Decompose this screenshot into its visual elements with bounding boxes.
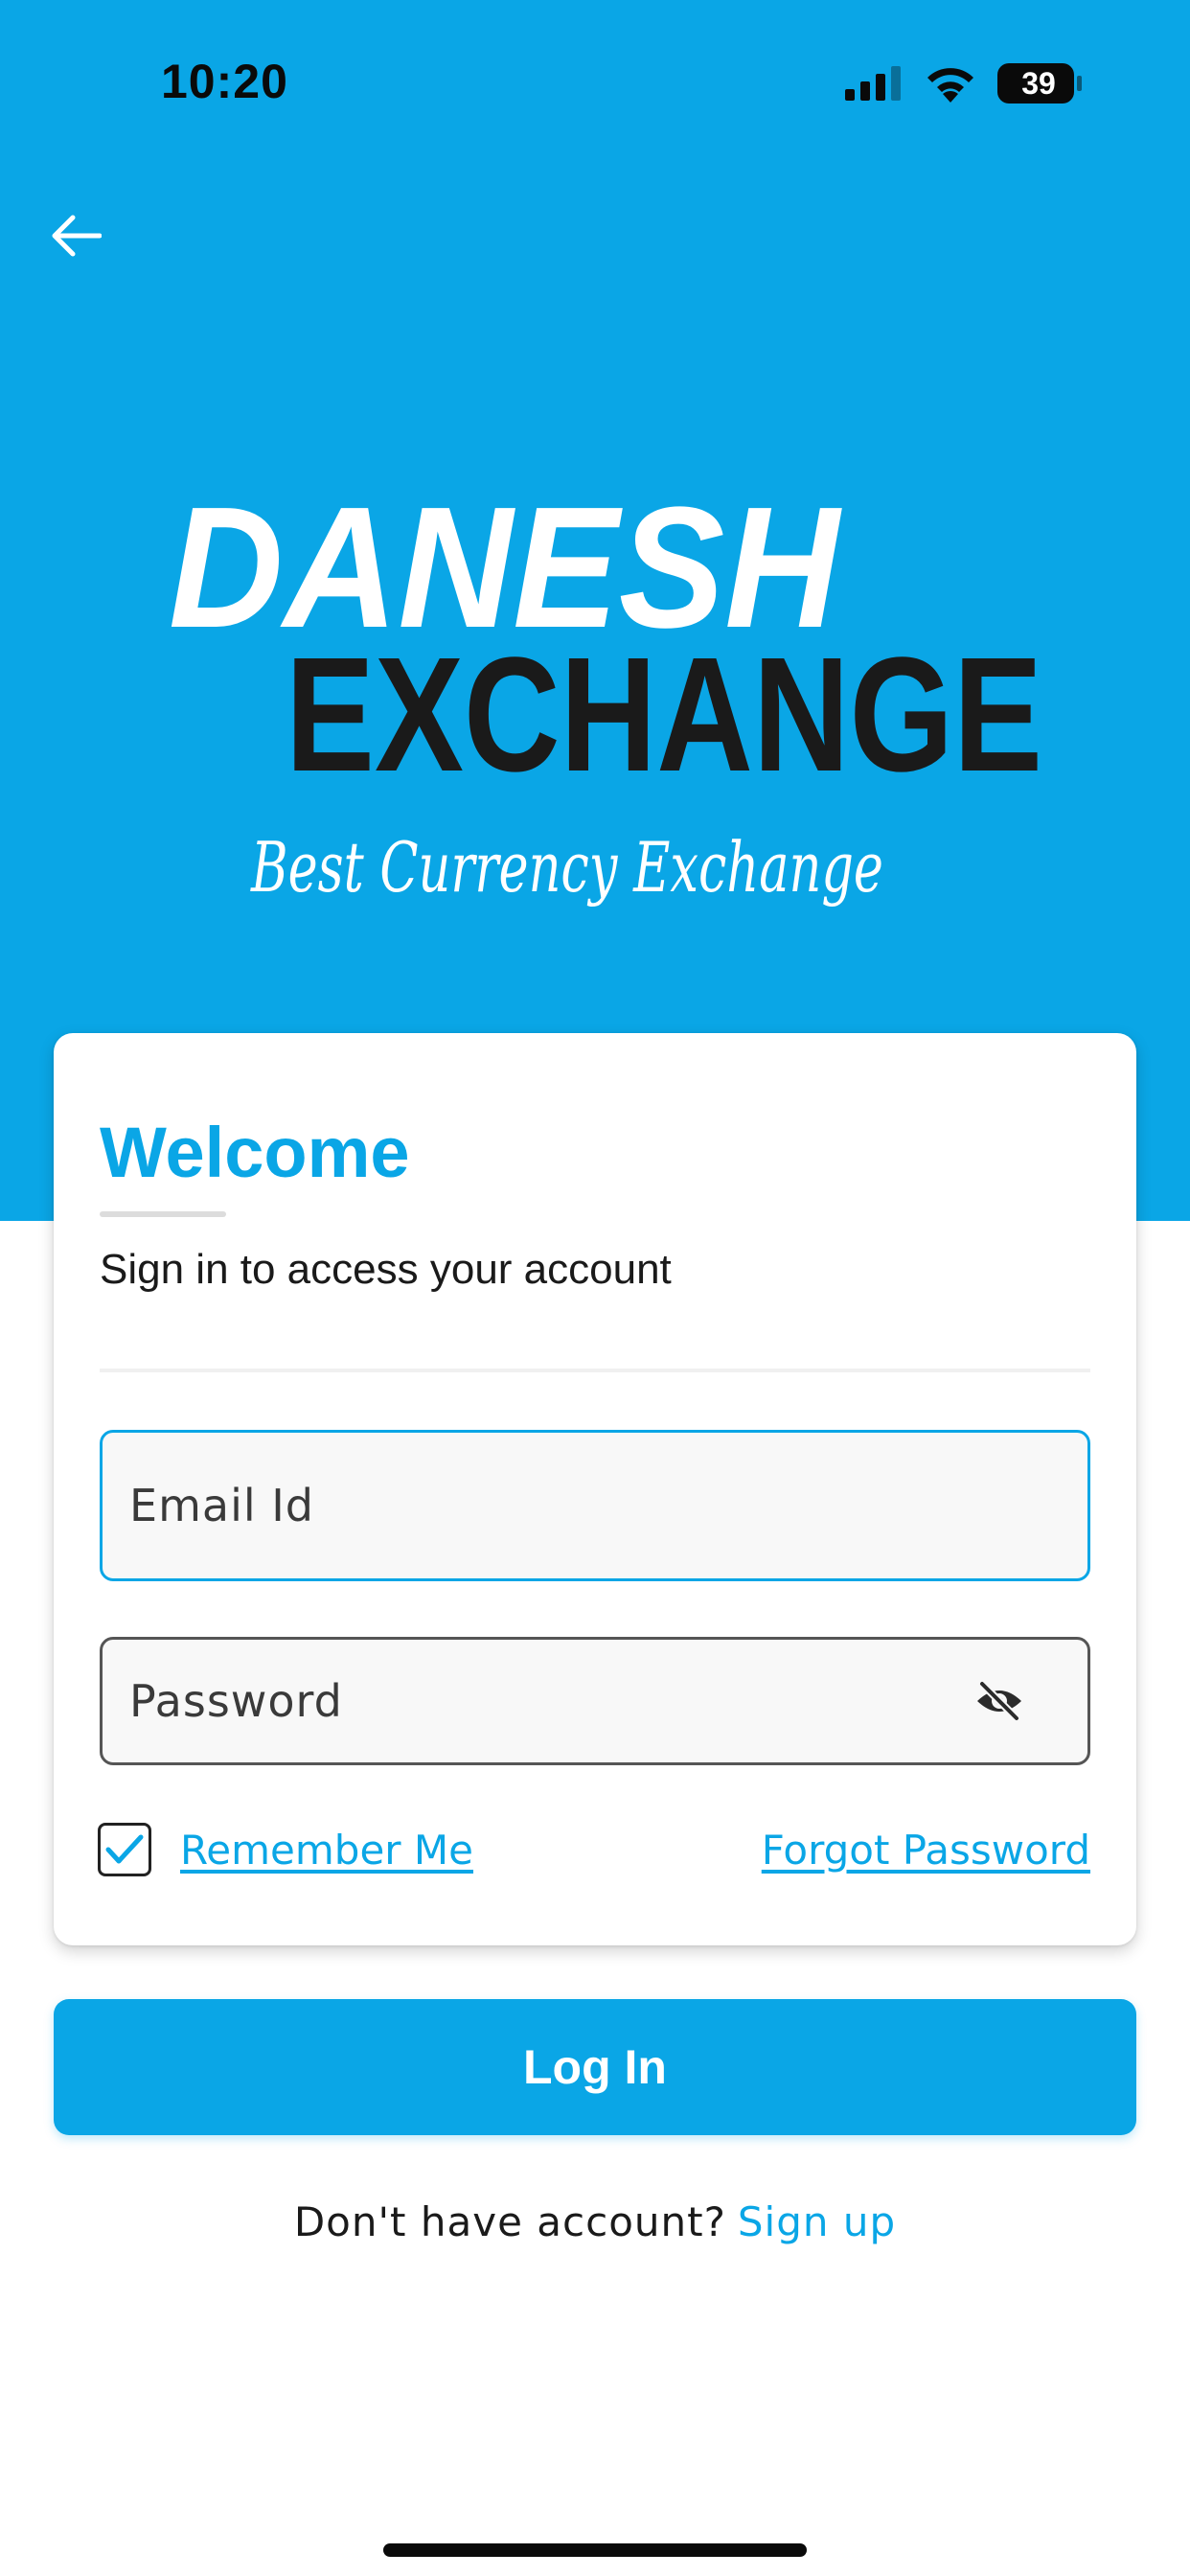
- remember-me-checkbox[interactable]: [98, 1823, 151, 1876]
- back-button[interactable]: [42, 201, 111, 270]
- wifi-icon: [927, 68, 973, 103]
- checkmark-icon: [105, 1834, 144, 1864]
- home-indicator[interactable]: [383, 2543, 807, 2557]
- login-button[interactable]: Log In: [54, 1999, 1136, 2135]
- eye-slash-icon: [977, 1680, 1021, 1722]
- remember-me-link[interactable]: Remember Me: [180, 1825, 473, 1876]
- password-input[interactable]: [100, 1637, 1090, 1765]
- login-card: Welcome Sign in to access your account R…: [54, 1033, 1136, 1945]
- arrow-left-icon: [52, 215, 102, 257]
- signup-row: Don't have account? Sign up: [0, 2198, 1190, 2245]
- logo-line-2: EXCHANGE: [286, 624, 1042, 806]
- battery-level: 39: [1021, 66, 1056, 101]
- card-subtitle: Sign in to access your account: [100, 1246, 672, 1293]
- brand-logo: DANESH EXCHANGE Best Currency Exchange: [163, 470, 1044, 968]
- status-bar: 10:20 39: [0, 0, 1190, 163]
- status-time: 10:20: [161, 55, 288, 108]
- title-underline: [100, 1211, 226, 1217]
- card-title: Welcome: [100, 1113, 410, 1192]
- battery-indicator: 39: [996, 62, 1083, 104]
- status-icons: 39: [845, 59, 1083, 107]
- signup-prompt: Don't have account?: [293, 2198, 726, 2245]
- signal-icon: [845, 66, 901, 101]
- forgot-password-link[interactable]: Forgot Password: [762, 1825, 1090, 1876]
- login-screen: 10:20 39 DANESH EXCHANGE Best Currency E…: [0, 0, 1190, 2576]
- logo-tagline: Best Currency Exchange: [250, 827, 883, 908]
- card-divider: [100, 1368, 1090, 1372]
- signup-link[interactable]: Sign up: [738, 2198, 896, 2245]
- email-input[interactable]: [100, 1430, 1090, 1581]
- password-visibility-toggle[interactable]: [973, 1677, 1025, 1725]
